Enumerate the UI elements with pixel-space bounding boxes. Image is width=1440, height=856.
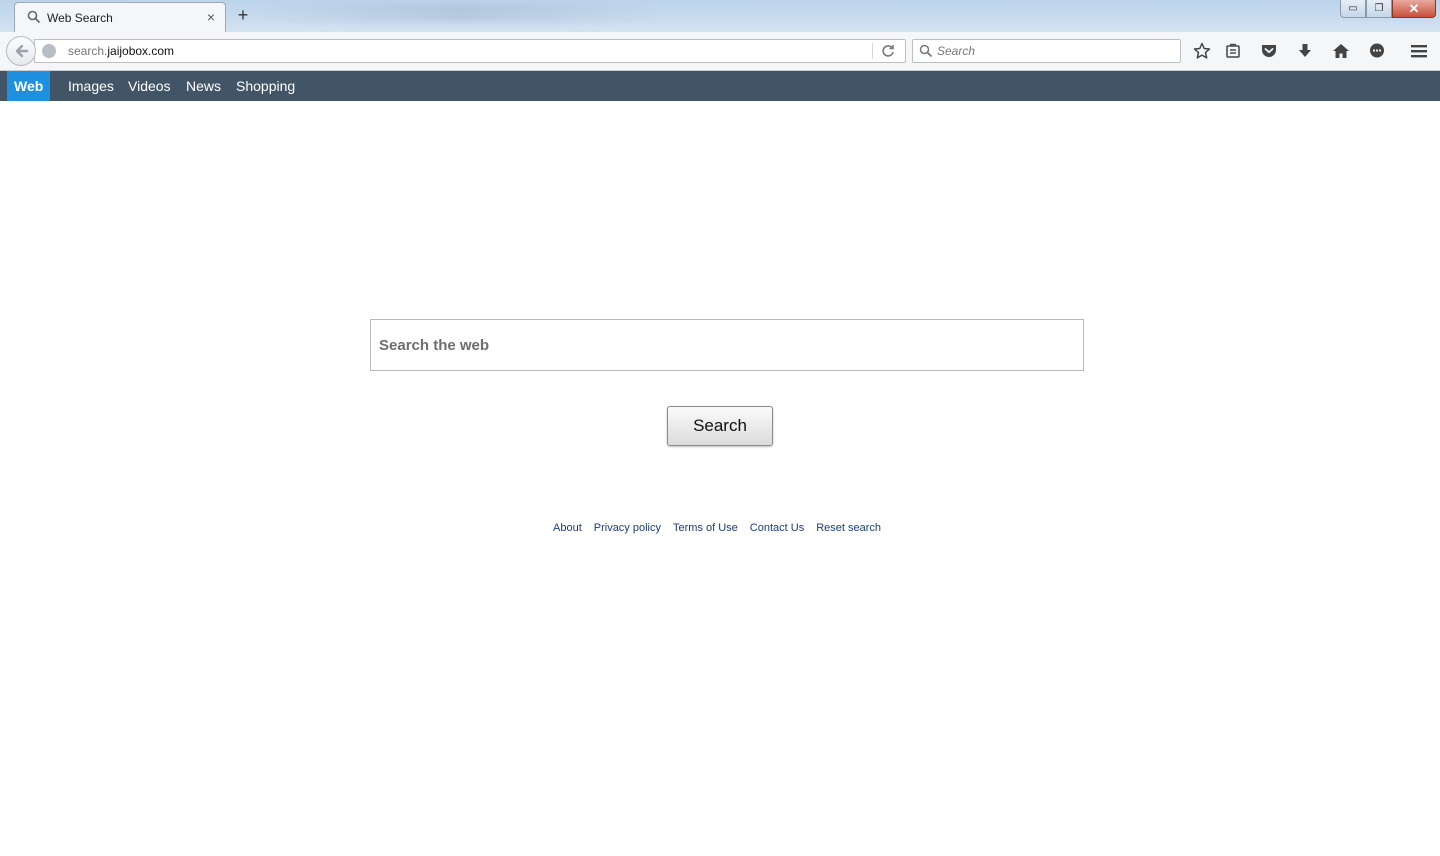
browser-search-bar[interactable] bbox=[912, 39, 1181, 63]
browser-toolbar: search.jaijobox.com bbox=[0, 32, 1440, 71]
search-icon bbox=[27, 10, 41, 24]
menu-hamburger-icon[interactable] bbox=[1409, 41, 1429, 61]
back-arrow-icon bbox=[15, 44, 29, 58]
footer-link-reset-search[interactable]: Reset search bbox=[816, 522, 881, 534]
tab-title: Web Search bbox=[47, 11, 113, 25]
footer-link-terms[interactable]: Terms of Use bbox=[673, 522, 738, 534]
chat-icon[interactable] bbox=[1367, 41, 1387, 61]
nav-images[interactable]: Images bbox=[61, 71, 121, 101]
home-icon[interactable] bbox=[1331, 41, 1351, 61]
pocket-icon[interactable] bbox=[1259, 41, 1279, 61]
footer-links: About Privacy policy Terms of Use Contac… bbox=[553, 522, 881, 534]
nav-videos[interactable]: Videos bbox=[121, 71, 178, 101]
reading-list-icon[interactable] bbox=[1223, 41, 1243, 61]
browser-search-input[interactable] bbox=[937, 43, 1167, 59]
bookmark-star-icon[interactable] bbox=[1192, 41, 1212, 61]
nav-news[interactable]: News bbox=[179, 71, 228, 101]
footer-link-about[interactable]: About bbox=[553, 522, 582, 534]
address-bar[interactable]: search.jaijobox.com bbox=[34, 39, 906, 63]
site-nav-bar: Web Images Videos News Shopping bbox=[0, 71, 1440, 101]
footer-link-privacy[interactable]: Privacy policy bbox=[594, 522, 661, 534]
download-icon[interactable] bbox=[1295, 41, 1315, 61]
browser-tab-active[interactable]: Web Search × bbox=[14, 2, 226, 32]
search-icon bbox=[919, 44, 933, 58]
nav-shopping[interactable]: Shopping bbox=[229, 71, 302, 101]
main-search-input[interactable] bbox=[371, 320, 1083, 370]
close-window-button[interactable]: ✕ bbox=[1392, 0, 1436, 18]
globe-icon bbox=[42, 44, 56, 58]
close-tab-icon[interactable]: × bbox=[207, 9, 215, 25]
minimize-button[interactable]: ▭ bbox=[1340, 0, 1366, 18]
url-prefix: search. bbox=[68, 44, 108, 58]
new-tab-button[interactable]: + bbox=[233, 5, 253, 25]
main-search-box bbox=[370, 319, 1084, 371]
url-domain: jaijobox.com bbox=[107, 44, 175, 58]
reload-icon[interactable] bbox=[880, 43, 896, 59]
restore-button[interactable]: ❐ bbox=[1366, 0, 1392, 18]
back-button[interactable] bbox=[6, 36, 36, 66]
reload-separator bbox=[872, 43, 873, 59]
nav-web[interactable]: Web bbox=[7, 71, 51, 101]
search-button[interactable]: Search bbox=[667, 406, 773, 446]
window-controls: ▭ ❐ ✕ bbox=[1340, 0, 1436, 20]
address-url[interactable]: search.jaijobox.com bbox=[68, 44, 174, 58]
footer-link-contact[interactable]: Contact Us bbox=[750, 522, 804, 534]
